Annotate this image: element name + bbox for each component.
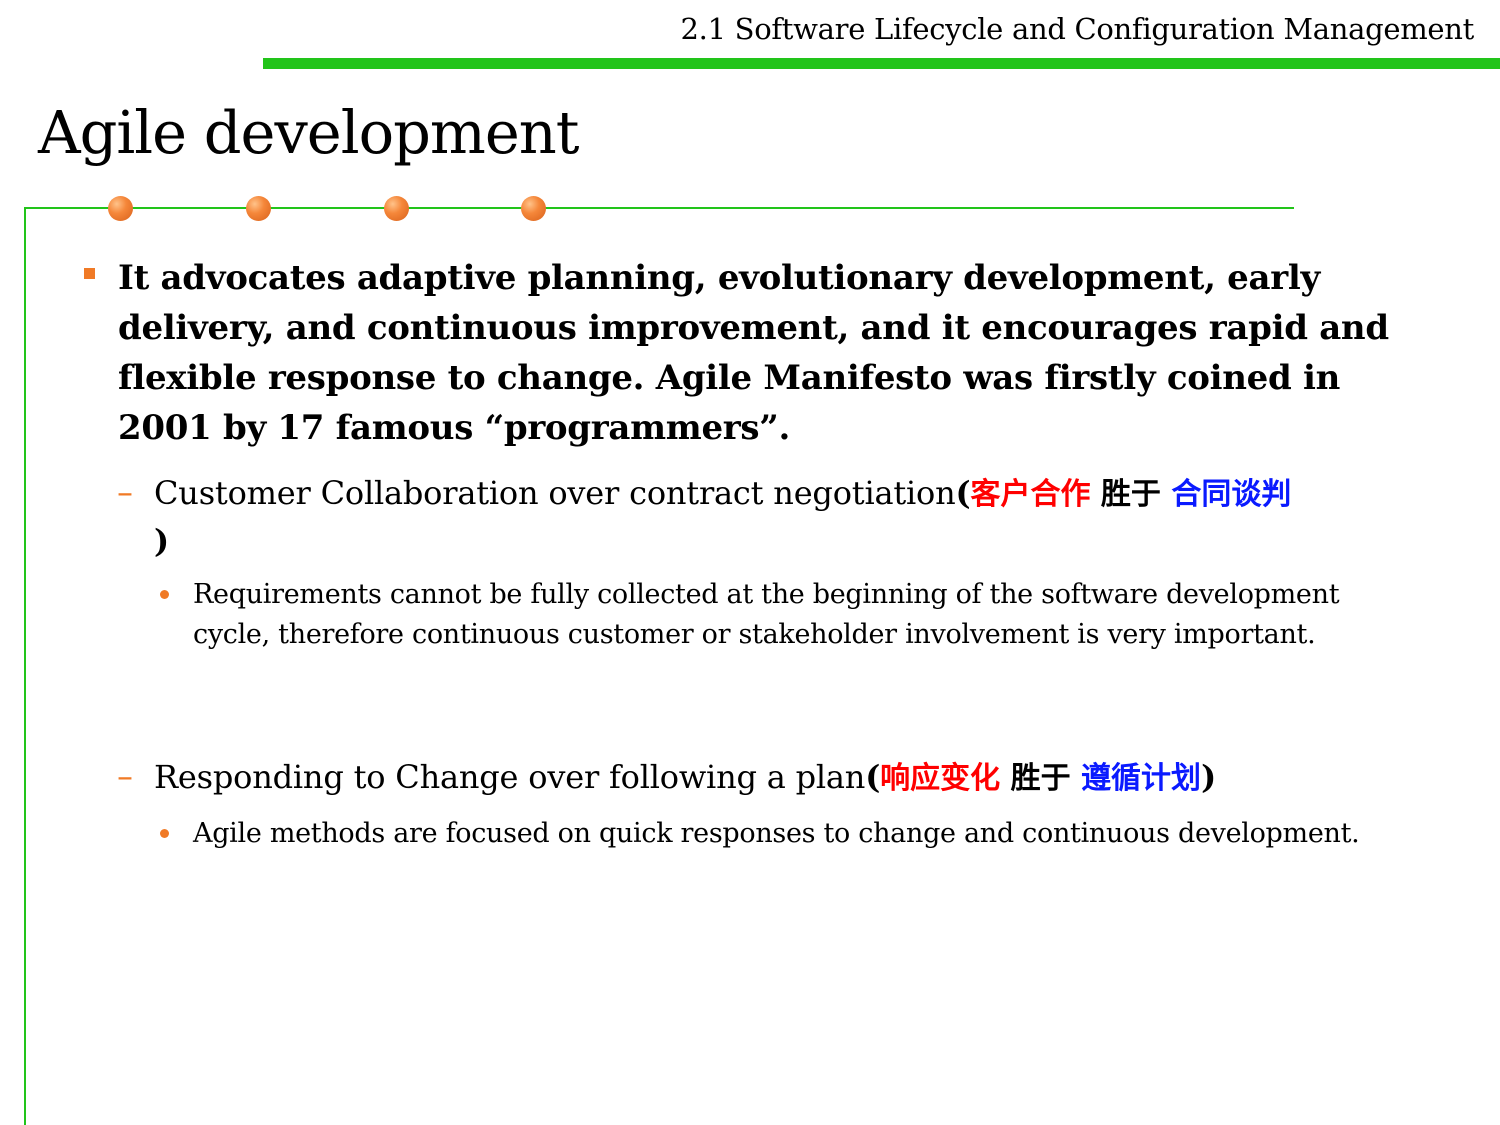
dot-bullet-icon — [160, 829, 169, 838]
detail-agile-methods-text: Agile methods are focused on quick respo… — [193, 818, 1360, 849]
cn-instead-text: 合同谈判 — [1171, 477, 1292, 512]
sub-bullet-customer-collaboration: Customer Collaboration over contract neg… — [154, 470, 1399, 564]
header-green-bar — [263, 58, 1500, 69]
dash-bullet-icon: – — [117, 757, 133, 795]
square-bullet-icon — [84, 268, 95, 279]
sub-bullet-text: Customer Collaboration over contract neg… — [154, 474, 956, 512]
main-bullet-text: It advocates adaptive planning, evolutio… — [118, 258, 1389, 448]
orange-dot-decoration — [384, 196, 409, 221]
cn-over-text: 胜于 — [1000, 761, 1082, 796]
close-paren: ) — [154, 522, 169, 560]
cn-value-text: 客户合作 — [970, 477, 1091, 512]
slide-title: Agile development — [38, 98, 579, 167]
close-paren: ) — [1201, 758, 1217, 796]
sub-bullet-responding-to-change: Responding to Change over following a pl… — [154, 754, 1399, 802]
dash-bullet-icon: – — [117, 473, 133, 511]
cn-instead-text: 遵循计划 — [1081, 761, 1202, 796]
cn-value-text: 响应变化 — [880, 761, 1001, 796]
dot-bullet-icon — [160, 590, 169, 599]
orange-dot-decoration — [521, 196, 546, 221]
orange-dot-decoration — [108, 196, 133, 221]
open-paren: ( — [865, 758, 881, 796]
open-paren: ( — [955, 474, 971, 512]
frame-top-line — [24, 207, 1294, 209]
sub-bullet-text: Responding to Change over following a pl… — [154, 758, 866, 796]
cn-over-text: 胜于 — [1090, 477, 1172, 512]
detail-requirements-text: Requirements cannot be fully collected a… — [193, 579, 1340, 650]
frame-left-line — [24, 207, 26, 1125]
section-header-title: 2.1 Software Lifecycle and Configuration… — [680, 12, 1475, 46]
orange-dot-decoration — [246, 196, 271, 221]
